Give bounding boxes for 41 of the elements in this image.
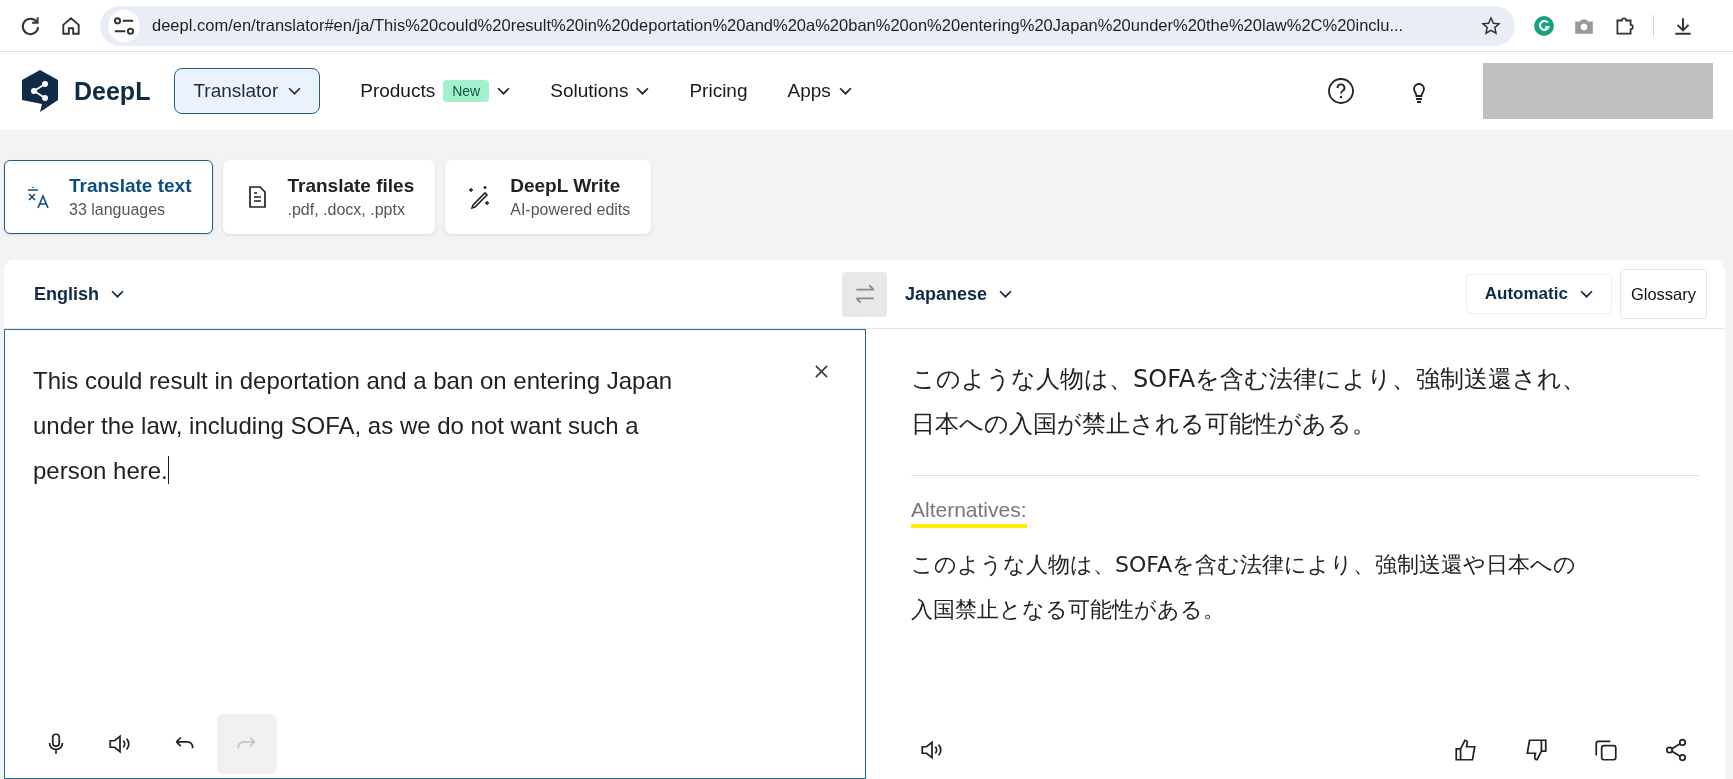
caret-icon <box>1579 289 1593 299</box>
mode-tab[interactable]: Translate text 33 languages <box>4 160 213 234</box>
new-badge: New <box>443 80 490 102</box>
url-text: deepl.com/en/translator#en/ja/This%20could%20result%20in%20deportation%20and%20a%20ban%20on%20entering%20Japan%20under%20the%20law%2C%20inclu... <box>152 16 1405 35</box>
swap-languages-button[interactable] <box>842 271 887 317</box>
translate-icon <box>25 184 51 210</box>
chevron-down-icon[interactable] <box>838 86 852 96</box>
address-bar[interactable]: deepl.com/en/translator#en/ja/This%20could%20result%20in%20deportation%20and%20a%20ban%20on%20entering%20Japan%20under%20the%20law%2C%20inclu... <box>100 5 1515 46</box>
chevron-down-icon[interactable] <box>636 86 650 96</box>
chevron-down-icon[interactable] <box>497 86 511 96</box>
share-icon[interactable] <box>1663 737 1689 763</box>
nav-link[interactable]: Pricing <box>689 80 748 102</box>
thumbs-up-icon[interactable] <box>1453 737 1479 763</box>
alternative-translation[interactable]: このような人物は、SOFAを含む法律により、強制送還や日本への 入国禁止となる可能性がある。 <box>911 542 1699 632</box>
glossary-button[interactable]: Glossary <box>1619 269 1707 319</box>
nav-link[interactable]: Apps <box>787 80 831 102</box>
mode-tab[interactable]: Translate files .pdf, .docx, .pptx <box>222 160 436 234</box>
brand-name: DeepL <box>74 76 151 106</box>
alternatives-label: Alternatives: <box>911 498 1027 528</box>
deepl-logo-icon[interactable] <box>20 69 60 113</box>
source-language-select[interactable]: English <box>34 283 124 305</box>
star-icon[interactable] <box>1481 15 1501 36</box>
caret-icon <box>111 289 124 299</box>
nav-link[interactable]: Products <box>360 80 436 102</box>
caret-icon <box>288 86 302 96</box>
thumbs-down-icon[interactable] <box>1523 737 1549 763</box>
reload-icon[interactable] <box>20 14 42 37</box>
nav-link[interactable]: Solutions <box>550 80 629 102</box>
translator-dropdown[interactable]: Translator <box>174 68 321 114</box>
target-language-select[interactable]: Japanese <box>905 283 1013 305</box>
copy-icon[interactable] <box>1593 737 1619 763</box>
caret-icon <box>999 289 1013 299</box>
mode-tab[interactable]: DeepL Write AI-powered edits <box>445 160 652 234</box>
formality-select[interactable]: Automatic <box>1465 274 1612 314</box>
translation-text: このような人物は、SOFAを含む法律により、強制送還され、 日本への入国が禁止される可能性がある。 <box>911 364 1588 440</box>
help-icon[interactable] <box>1327 77 1355 105</box>
home-icon[interactable] <box>60 14 82 37</box>
site-settings-icon[interactable] <box>108 9 140 42</box>
close-icon[interactable] <box>814 364 829 379</box>
source-text-field[interactable]: This could result in deportation and a ban on entering Japan under the law, including SOFA, as we do not want such a person here. <box>4 329 866 779</box>
extension-g-icon[interactable] <box>1533 14 1555 37</box>
